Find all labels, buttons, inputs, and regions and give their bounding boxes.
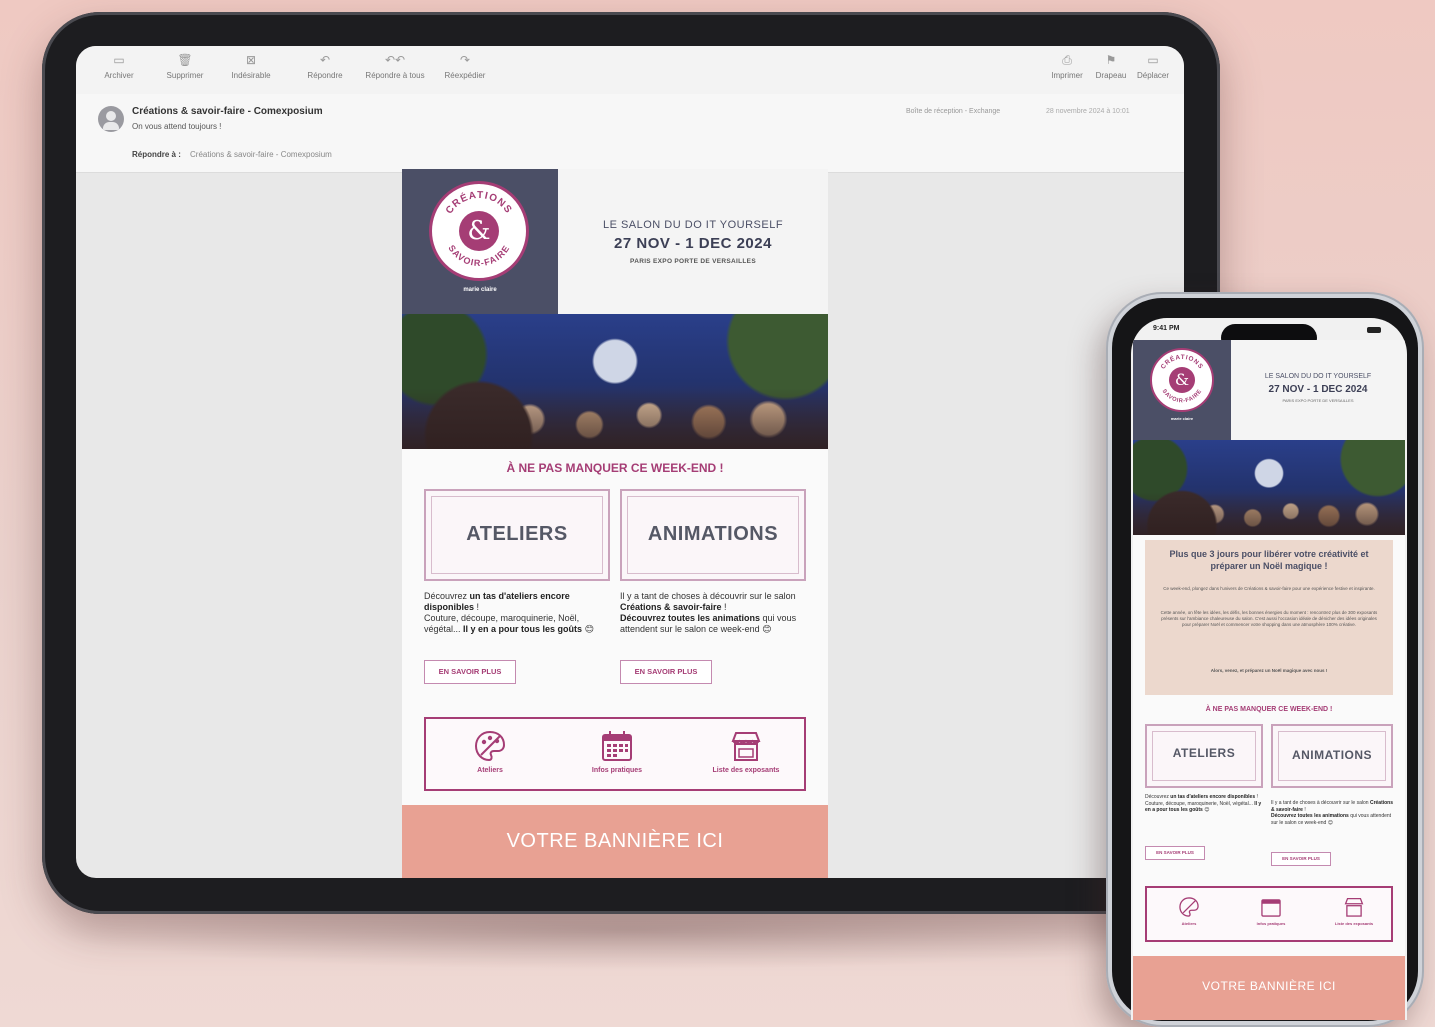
learn-more-button[interactable]: EN SAVOIR PLUS: [1271, 852, 1331, 866]
intro-block: Plus que 3 jours pour libérer votre créa…: [1145, 540, 1393, 695]
quicklink-ateliers[interactable]: Ateliers: [1159, 896, 1219, 926]
mail-window: ▭ Archiver 🗑 Supprimer ⊠ Indésirable ↶ Répon…: [76, 46, 1184, 878]
reply-icon: ↶: [319, 53, 331, 67]
battery-icon: [1367, 327, 1381, 333]
quicklink-infos[interactable]: Infos pratiques: [573, 729, 661, 774]
message-date: 28 novembre 2024 à 10:01: [1046, 108, 1130, 115]
message-subject: On vous attend toujours !: [132, 122, 222, 131]
logo-panel: CRÉATIONS SAVOIR-FAIRE & marie claire: [1133, 340, 1231, 440]
palette-icon: [474, 730, 506, 762]
archive-icon: ▭: [113, 53, 125, 67]
intro-paragraph: Cette année, on fête les idées, les défi…: [1160, 610, 1378, 627]
forward-button[interactable]: ↷ Réexpédier: [430, 52, 500, 80]
event-dates: 27 NOV - 1 DEC 2024: [1268, 384, 1368, 395]
event-venue: PARIS EXPO PORTE DE VERSAILLES: [630, 258, 756, 265]
sender-avatar: [98, 106, 124, 132]
card-title: ATELIERS: [1172, 746, 1236, 760]
card-animations[interactable]: ANIMATIONS: [620, 489, 806, 581]
newsletter: CRÉATIONS SAVOIR-FAIRE & marie claire LE…: [402, 169, 828, 878]
archive-button[interactable]: ▭ Archiver: [84, 52, 154, 80]
brand-logo: CRÉATIONS SAVOIR-FAIRE &: [1150, 348, 1214, 412]
junk-button[interactable]: ⊠ Indésirable: [216, 52, 286, 80]
hero-photo: [1133, 440, 1405, 535]
intro-paragraph: Alors, venez, et préparez un Noël magiqu…: [1210, 668, 1328, 673]
quicklink-exposants[interactable]: Liste des exposants: [696, 729, 796, 774]
logo-panel: CRÉATIONS SAVOIR-FAIRE & marie claire: [402, 169, 558, 314]
event-header: LE SALON DU DO IT YOURSELF 27 NOV - 1 DE…: [1231, 340, 1405, 440]
headline: À NE PAS MANQUER CE WEEK-END !: [506, 461, 724, 475]
tablet-device: ▭ Archiver 🗑 Supprimer ⊠ Indésirable ↶ Répon…: [42, 12, 1220, 914]
quicklinks-bar: Ateliers Infos pratiques Liste des expos…: [1145, 886, 1393, 942]
learn-more-button[interactable]: EN SAVOIR PLUS: [620, 660, 712, 684]
ad-banner[interactable]: VOTRE BANNIÈRE ICI: [402, 805, 828, 878]
event-subtitle: LE SALON DU DO IT YOURSELF: [602, 219, 784, 231]
hero-photo: [402, 314, 828, 449]
brand-logo: CRÉATIONS SAVOIR-FAIRE &: [429, 181, 529, 281]
phone-bezel: 9:41 PM CRÉATIONS SAVOIR-FAIRE & marie c…: [1112, 298, 1418, 1021]
trash-icon: 🗑: [177, 53, 193, 67]
learn-more-button[interactable]: EN SAVOIR PLUS: [1145, 846, 1205, 860]
logo-ampersand: &: [1169, 367, 1195, 393]
palette-icon: [1179, 897, 1199, 917]
card-title: ANIMATIONS: [1291, 748, 1373, 762]
status-time: 9:41 PM: [1153, 325, 1180, 332]
reply-all-button[interactable]: ↶↶ Répondre à tous: [360, 52, 430, 80]
card-title: ANIMATIONS: [647, 523, 779, 545]
quicklink-ateliers[interactable]: Ateliers: [446, 729, 534, 774]
phone-device: 9:41 PM CRÉATIONS SAVOIR-FAIRE & marie c…: [1106, 292, 1424, 1027]
card-description: Découvrez un tas d'ateliers encore dispo…: [424, 591, 594, 634]
event-subtitle: LE SALON DU DO IT YOURSELF: [1264, 373, 1372, 380]
delete-button[interactable]: 🗑 Supprimer: [150, 52, 220, 80]
mail-toolbar: ▭ Archiver 🗑 Supprimer ⊠ Indésirable ↶ Répon…: [76, 46, 1184, 95]
event-dates: 27 NOV - 1 DEC 2024: [614, 235, 772, 252]
message-header: Créations & savoir-faire - Comexposium O…: [76, 94, 1184, 173]
intro-title: Plus que 3 jours pour libérer votre créa…: [1169, 549, 1369, 571]
store-icon: [731, 732, 761, 761]
card-description: Il y a tant de choses à découvrir sur le…: [620, 591, 797, 634]
reply-all-icon: ↶↶: [384, 53, 406, 67]
card-description: Découvrez un tas d'ateliers encore dispo…: [1145, 794, 1262, 813]
smile-emoji: 😊: [762, 624, 772, 634]
headline: À NE PAS MANQUER CE WEEK-END !: [1205, 706, 1333, 713]
card-description: Il y a tant de choses à découvrir sur le…: [1271, 800, 1394, 826]
forward-icon: ↷: [459, 53, 471, 67]
move-icon: ▭: [1147, 53, 1159, 67]
smile-emoji: 😊: [584, 624, 594, 634]
card-title: ATELIERS: [466, 523, 568, 545]
event-venue: PARIS EXPO PORTE DE VERSAILLES: [1282, 398, 1354, 403]
quicklink-exposants[interactable]: Liste des exposants: [1319, 896, 1389, 926]
logo-tagline: marie claire: [1170, 416, 1194, 421]
junk-icon: ⊠: [245, 53, 257, 67]
logo-tagline: marie claire: [463, 287, 497, 293]
store-icon: [1344, 897, 1364, 917]
reply-to-label: Répondre à :: [132, 150, 181, 159]
phone-newsletter: CRÉATIONS SAVOIR-FAIRE & marie claire LE…: [1133, 340, 1405, 1020]
quicklinks-bar: Ateliers Infos pratiques Liste des expos…: [424, 717, 806, 791]
reply-to-address[interactable]: Créations & savoir-faire - Comexposium: [190, 150, 332, 159]
folder-label: Boîte de réception - Exchange: [906, 108, 1001, 115]
sender-name: Créations & savoir-faire - Comexposium: [132, 106, 323, 117]
learn-more-button[interactable]: EN SAVOIR PLUS: [424, 660, 516, 684]
event-header: LE SALON DU DO IT YOURSELF 27 NOV - 1 DE…: [558, 169, 828, 314]
reply-button[interactable]: ↶ Répondre: [290, 52, 360, 80]
intro-paragraph: Ce week-end, plongez dans l'univers de C…: [1163, 586, 1375, 591]
calendar-icon: [602, 731, 632, 761]
logo-ampersand: &: [459, 211, 499, 251]
quicklink-infos[interactable]: Infos pratiques: [1241, 896, 1301, 926]
phone-screen: 9:41 PM CRÉATIONS SAVOIR-FAIRE & marie c…: [1131, 318, 1407, 1020]
calendar-icon: [1261, 899, 1281, 917]
card-ateliers[interactable]: ATELIERS: [1145, 724, 1263, 788]
card-ateliers[interactable]: ATELIERS: [424, 489, 610, 581]
card-animations[interactable]: ANIMATIONS: [1271, 724, 1393, 788]
move-button[interactable]: ▭ Déplacer: [1118, 52, 1184, 80]
ad-banner[interactable]: VOTRE BANNIÈRE ICI: [1133, 956, 1405, 1020]
